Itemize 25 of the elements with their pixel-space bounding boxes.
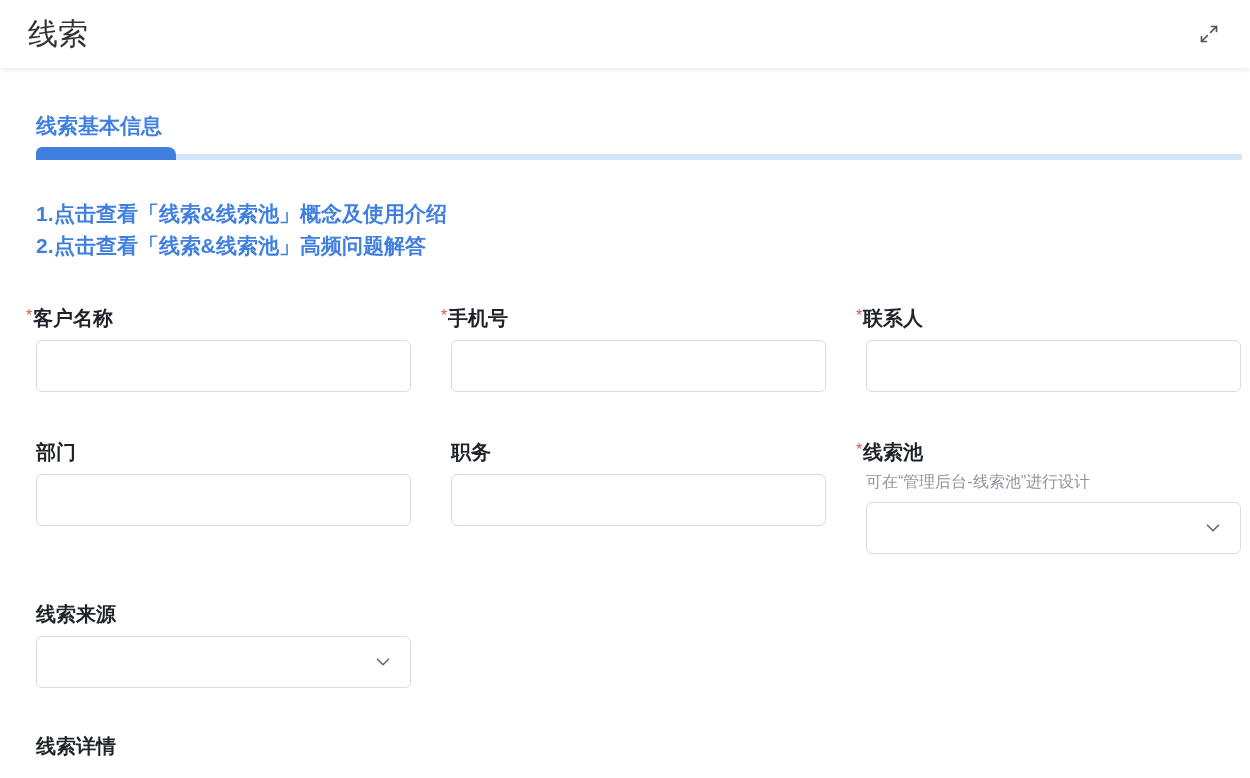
- required-mark: *: [441, 308, 448, 324]
- window-title: 线索: [28, 19, 88, 49]
- field-label: 联系人: [863, 306, 924, 330]
- field-label: 职务: [451, 440, 491, 464]
- select-field[interactable]: [866, 502, 1241, 554]
- section-tab[interactable]: 线索基本信息: [36, 112, 162, 140]
- input-field[interactable]: [36, 340, 411, 392]
- section-label: 线索详情: [36, 735, 116, 757]
- required-mark: *: [856, 308, 863, 324]
- input-field[interactable]: [866, 340, 1241, 392]
- help-link[interactable]: 2.点击查看「线索&线索池」高频问题解答: [36, 230, 1242, 262]
- expand-icon[interactable]: [1198, 23, 1220, 45]
- required-mark: *: [26, 308, 33, 324]
- field-label: 线索来源: [36, 602, 116, 626]
- input-field[interactable]: [451, 474, 826, 526]
- select-field[interactable]: [36, 636, 411, 688]
- input-field[interactable]: [36, 474, 411, 526]
- field-hint: 可在“管理后台-线索池”进行设计: [866, 472, 1091, 492]
- help-link[interactable]: 1.点击查看「线索&线索池」概念及使用介绍: [36, 198, 1242, 230]
- field-label: 手机号: [448, 306, 509, 330]
- input-field[interactable]: [451, 340, 826, 392]
- field-label: 线索池: [863, 440, 924, 464]
- required-mark: *: [856, 442, 863, 458]
- field-label: 部门: [36, 440, 76, 464]
- field-label: 客户名称: [33, 306, 114, 330]
